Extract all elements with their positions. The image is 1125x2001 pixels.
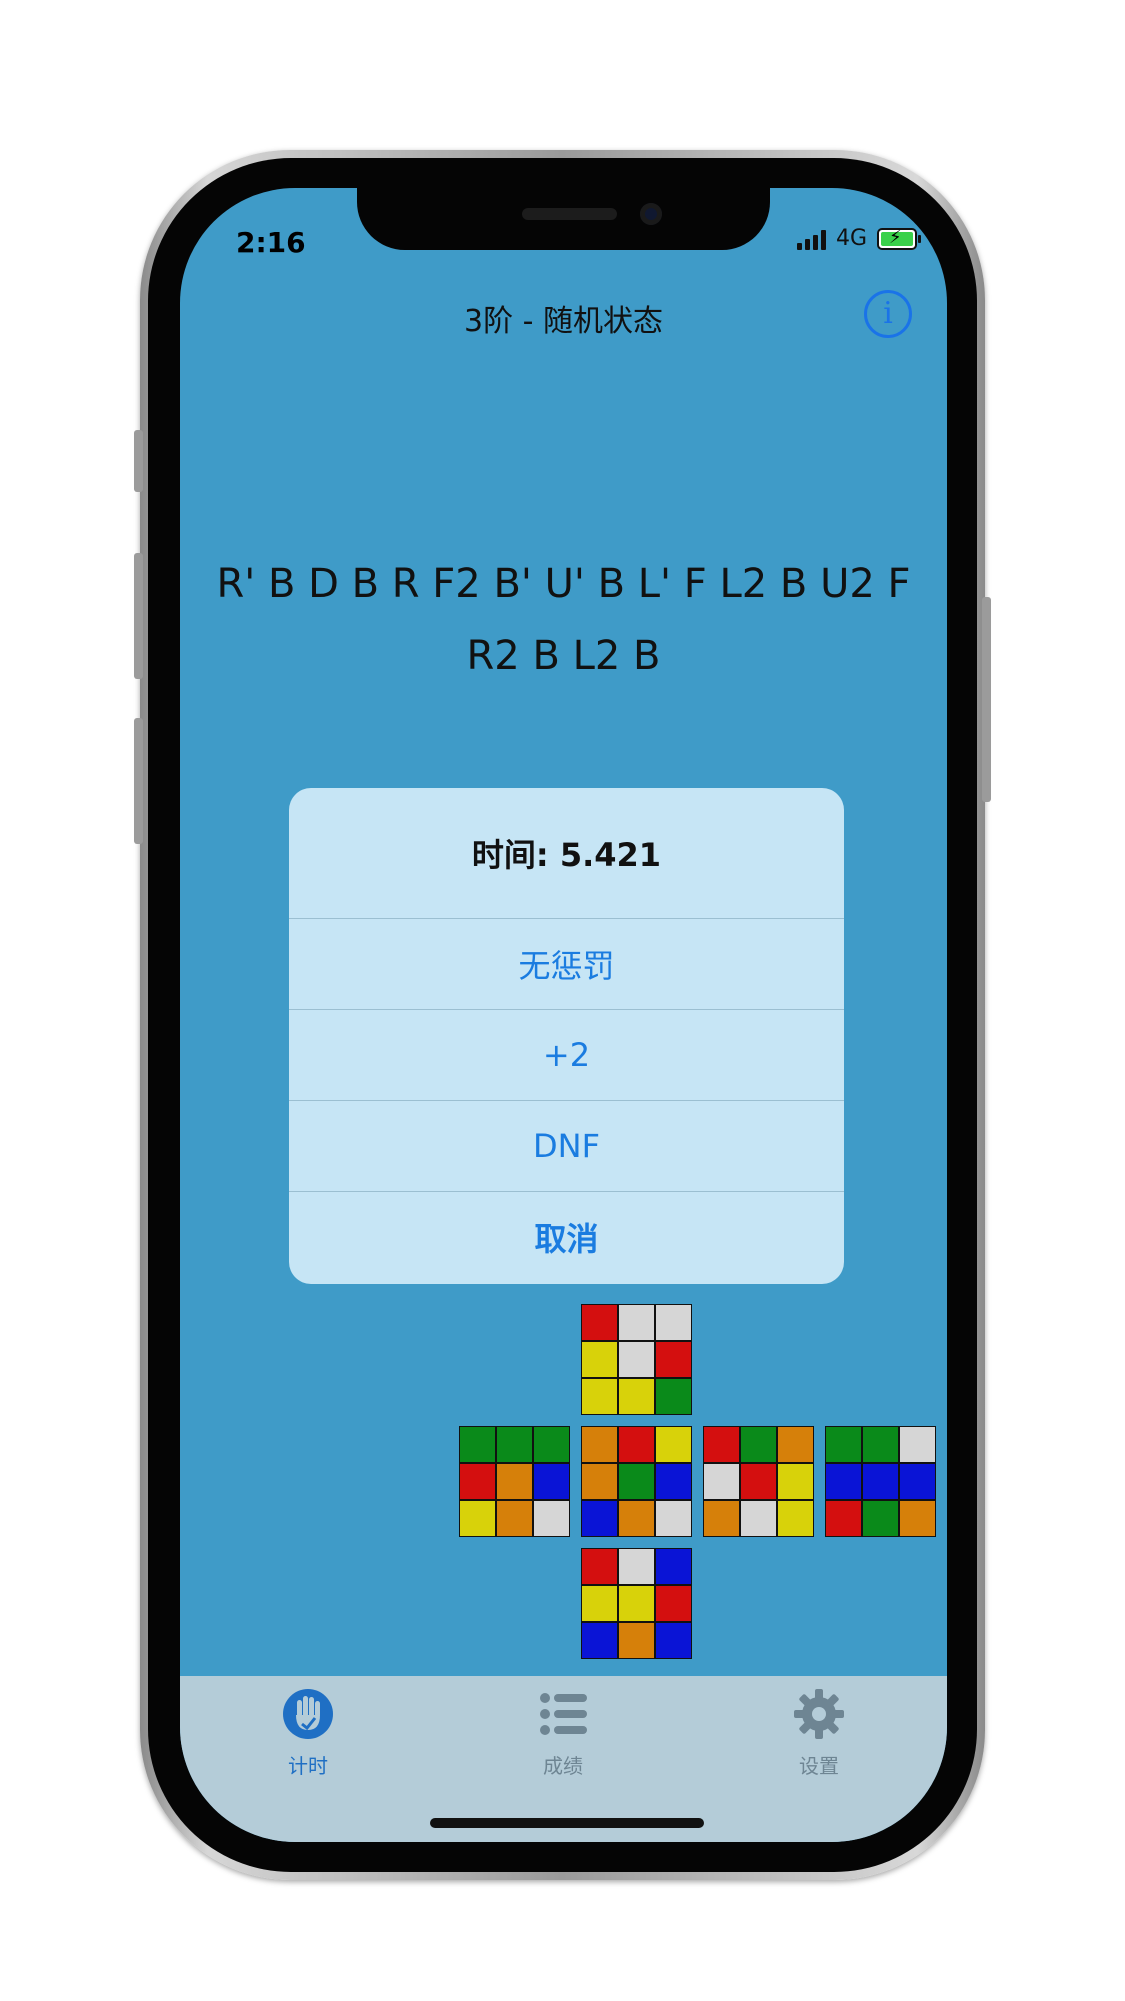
- signal-icon: [796, 228, 826, 250]
- cube-sticker: [656, 1305, 691, 1340]
- info-icon[interactable]: i: [864, 290, 912, 338]
- cube-sticker: [656, 1586, 691, 1621]
- cube-sticker: [778, 1501, 813, 1536]
- cube-sticker: [619, 1464, 654, 1499]
- cube-sticker: [619, 1305, 654, 1340]
- cube-sticker: [582, 1586, 617, 1621]
- cube-sticker: [741, 1427, 776, 1462]
- cube-sticker: [863, 1427, 898, 1462]
- cube-sticker: [826, 1427, 861, 1462]
- cube-sticker: [656, 1379, 691, 1414]
- cube-sticker: [863, 1464, 898, 1499]
- cube-sticker: [582, 1464, 617, 1499]
- status-time: 2:16: [236, 226, 306, 259]
- tab-results[interactable]: 成绩: [503, 1688, 623, 1779]
- screen: 2:16 4G ⚡ 3阶 - 随机状态 i R' B D B R F2 B' U…: [180, 188, 947, 1842]
- tab-settings[interactable]: 设置: [759, 1688, 879, 1779]
- cube-sticker: [704, 1427, 739, 1462]
- result-alert: 时间: 5.421 无惩罚 +2 DNF 取消: [289, 788, 844, 1284]
- cube-sticker: [619, 1549, 654, 1584]
- tab-timer[interactable]: 计时: [248, 1688, 368, 1779]
- cube-sticker: [619, 1342, 654, 1377]
- cube-sticker: [460, 1464, 495, 1499]
- cube-sticker: [656, 1427, 691, 1462]
- side-button-volume-down: [134, 718, 143, 844]
- cube-face-up: [581, 1304, 692, 1415]
- no-penalty-button[interactable]: 无惩罚: [289, 918, 844, 1009]
- scramble-text: R' B D B R F2 B' U' B L' F L2 B U2 F R2 …: [216, 561, 911, 679]
- cube-sticker: [619, 1379, 654, 1414]
- cube-sticker: [497, 1501, 532, 1536]
- cube-sticker: [656, 1464, 691, 1499]
- cube-face-back: [825, 1426, 936, 1537]
- cube-sticker: [460, 1427, 495, 1462]
- cube-sticker: [704, 1501, 739, 1536]
- cube-sticker: [582, 1549, 617, 1584]
- cube-sticker: [741, 1464, 776, 1499]
- cube-face-right: [703, 1426, 814, 1537]
- plus-two-button[interactable]: +2: [289, 1009, 844, 1100]
- tab-label-timer: 计时: [288, 1754, 328, 1778]
- cube-sticker: [900, 1464, 935, 1499]
- battery-icon: ⚡: [877, 227, 921, 250]
- network-type: 4G: [835, 226, 867, 251]
- cube-sticker: [778, 1464, 813, 1499]
- speaker: [522, 208, 617, 220]
- list-icon: [540, 1693, 587, 1735]
- alert-title: 时间: 5.421: [471, 836, 662, 874]
- cube-sticker: [619, 1586, 654, 1621]
- tab-label-results: 成绩: [543, 1754, 583, 1778]
- side-button-silent: [134, 430, 143, 492]
- cube-sticker: [534, 1427, 569, 1462]
- cube-sticker: [656, 1623, 691, 1658]
- cube-sticker: [534, 1464, 569, 1499]
- cube-sticker: [582, 1305, 617, 1340]
- tab-label-settings: 设置: [799, 1754, 839, 1778]
- status-indicators: 4G ⚡: [796, 226, 921, 251]
- gear-icon: [794, 1689, 844, 1739]
- tab-bar: 计时 成绩 设置: [180, 1676, 947, 1842]
- cube-sticker: [656, 1342, 691, 1377]
- cube-sticker: [900, 1427, 935, 1462]
- cube-sticker: [582, 1379, 617, 1414]
- cube-sticker: [582, 1623, 617, 1658]
- timer-hand-icon: [283, 1689, 333, 1739]
- cube-sticker: [582, 1501, 617, 1536]
- cube-sticker: [582, 1342, 617, 1377]
- cube-sticker: [778, 1427, 813, 1462]
- cube-sticker: [619, 1623, 654, 1658]
- cube-sticker: [497, 1427, 532, 1462]
- cube-sticker: [460, 1501, 495, 1536]
- notch: [357, 188, 770, 250]
- cube-sticker: [497, 1464, 532, 1499]
- cube-sticker: [656, 1501, 691, 1536]
- cube-sticker: [826, 1464, 861, 1499]
- dnf-button[interactable]: DNF: [289, 1100, 844, 1191]
- cube-sticker: [619, 1427, 654, 1462]
- side-button-volume-up: [134, 553, 143, 679]
- home-indicator[interactable]: [430, 1818, 704, 1828]
- cancel-button[interactable]: 取消: [289, 1191, 844, 1282]
- cube-face-left: [459, 1426, 570, 1537]
- front-camera: [640, 203, 662, 225]
- cube-sticker: [741, 1501, 776, 1536]
- cube-sticker: [826, 1501, 861, 1536]
- cube-sticker: [619, 1501, 654, 1536]
- cube-sticker: [656, 1549, 691, 1584]
- cube-sticker: [534, 1501, 569, 1536]
- side-button-power: [982, 597, 991, 802]
- nav-title: 3阶 - 随机状态: [464, 304, 663, 339]
- cube-sticker: [863, 1501, 898, 1536]
- cube-sticker: [704, 1464, 739, 1499]
- cube-face-down: [581, 1548, 692, 1659]
- cube-face-front: [581, 1426, 692, 1537]
- cube-sticker: [582, 1427, 617, 1462]
- cube-sticker: [900, 1501, 935, 1536]
